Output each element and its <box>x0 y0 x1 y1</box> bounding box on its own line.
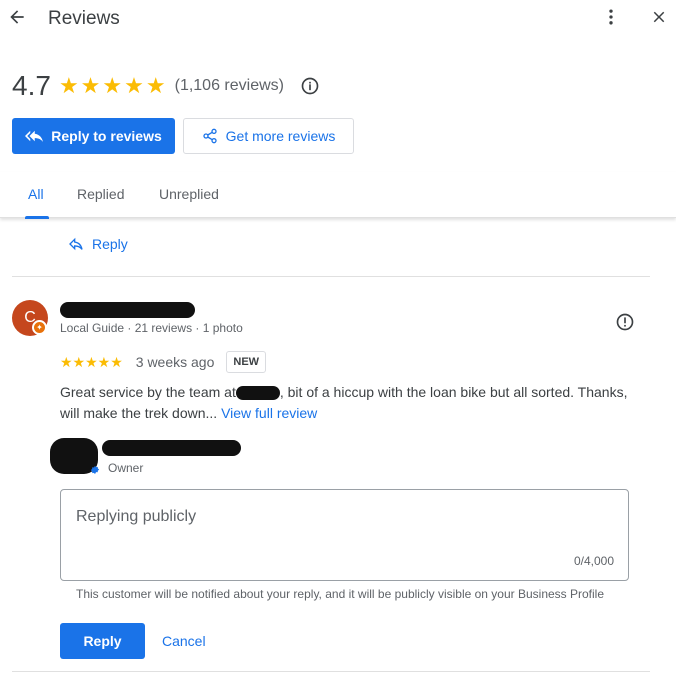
reply-textarea[interactable]: Replying publicly 0/4,000 <box>60 489 629 581</box>
star-icon: ★ <box>80 73 101 98</box>
view-full-review-link[interactable]: View full review <box>221 405 317 421</box>
more-vert-icon <box>609 9 613 25</box>
divider <box>12 276 650 277</box>
new-badge: NEW <box>226 351 267 373</box>
rating-value: 4.7 <box>12 70 51 101</box>
star-icon: ★ <box>58 73 79 98</box>
get-more-reviews-label: Get more reviews <box>225 128 336 144</box>
character-count: 0/4,000 <box>573 554 614 568</box>
more-options-button[interactable] <box>600 6 622 28</box>
local-guide-badge-icon: ✦ <box>32 320 47 335</box>
review-tabs: All Replied Unreplied <box>0 172 676 219</box>
review-count: (1,106 reviews) <box>174 77 284 94</box>
close-button[interactable] <box>648 6 670 28</box>
redacted-business-name <box>235 386 280 401</box>
reply-visibility-notice: This customer will be notified about you… <box>76 587 605 601</box>
star-icon: ★ <box>145 73 166 98</box>
reply-link-label: Reply <box>92 236 128 252</box>
active-tab-indicator <box>25 216 49 219</box>
page-title: Reviews <box>48 8 120 29</box>
report-flag-button[interactable] <box>614 311 636 333</box>
reply-to-reviews-button[interactable]: Reply to reviews <box>12 118 175 154</box>
previous-review-reply-link[interactable]: Reply <box>68 236 128 252</box>
close-icon <box>653 11 665 23</box>
back-button[interactable] <box>6 6 28 28</box>
verified-icon <box>90 462 100 475</box>
review-stars: ★★★★★ <box>60 353 123 370</box>
review-text-start: Great service by the team at <box>60 384 236 400</box>
review-rating-row: ★★★★★ 3 weeks ago NEW <box>60 350 267 374</box>
star-icon: ★ <box>124 73 144 98</box>
get-more-reviews-button[interactable]: Get more reviews <box>183 118 354 154</box>
tab-all[interactable]: All <box>28 186 44 202</box>
redacted-owner-name <box>102 440 241 456</box>
rating-stars: ★ ★ ★ ★ ★ <box>59 75 166 97</box>
redacted-reviewer-name <box>60 302 195 318</box>
reviewer-meta: Local Guide · 21 reviews · 1 photo <box>60 321 243 335</box>
reply-placeholder: Replying publicly <box>76 508 197 525</box>
cancel-button[interactable]: Cancel <box>162 633 206 649</box>
reply-icon <box>69 237 83 251</box>
reply-to-reviews-label: Reply to reviews <box>51 128 162 144</box>
rating-summary: 4.7 ★ ★ ★ ★ ★ (1,106 reviews) <box>12 70 320 102</box>
star-icon: ★ <box>102 73 123 98</box>
divider <box>12 671 650 672</box>
owner-label: Owner <box>108 461 144 475</box>
review-text: Great service by the team at, bit of a h… <box>60 382 650 424</box>
report-icon <box>616 313 634 331</box>
info-icon[interactable] <box>300 76 320 96</box>
review-date: 3 weeks ago <box>135 354 215 370</box>
share-icon <box>202 128 217 144</box>
tab-replied[interactable]: Replied <box>77 186 124 202</box>
header: Reviews <box>0 0 676 36</box>
arrow-back-icon <box>10 10 24 24</box>
reply-all-icon <box>25 130 44 142</box>
submit-reply-button[interactable]: Reply <box>60 623 145 659</box>
tab-unreplied[interactable]: Unreplied <box>159 186 219 202</box>
